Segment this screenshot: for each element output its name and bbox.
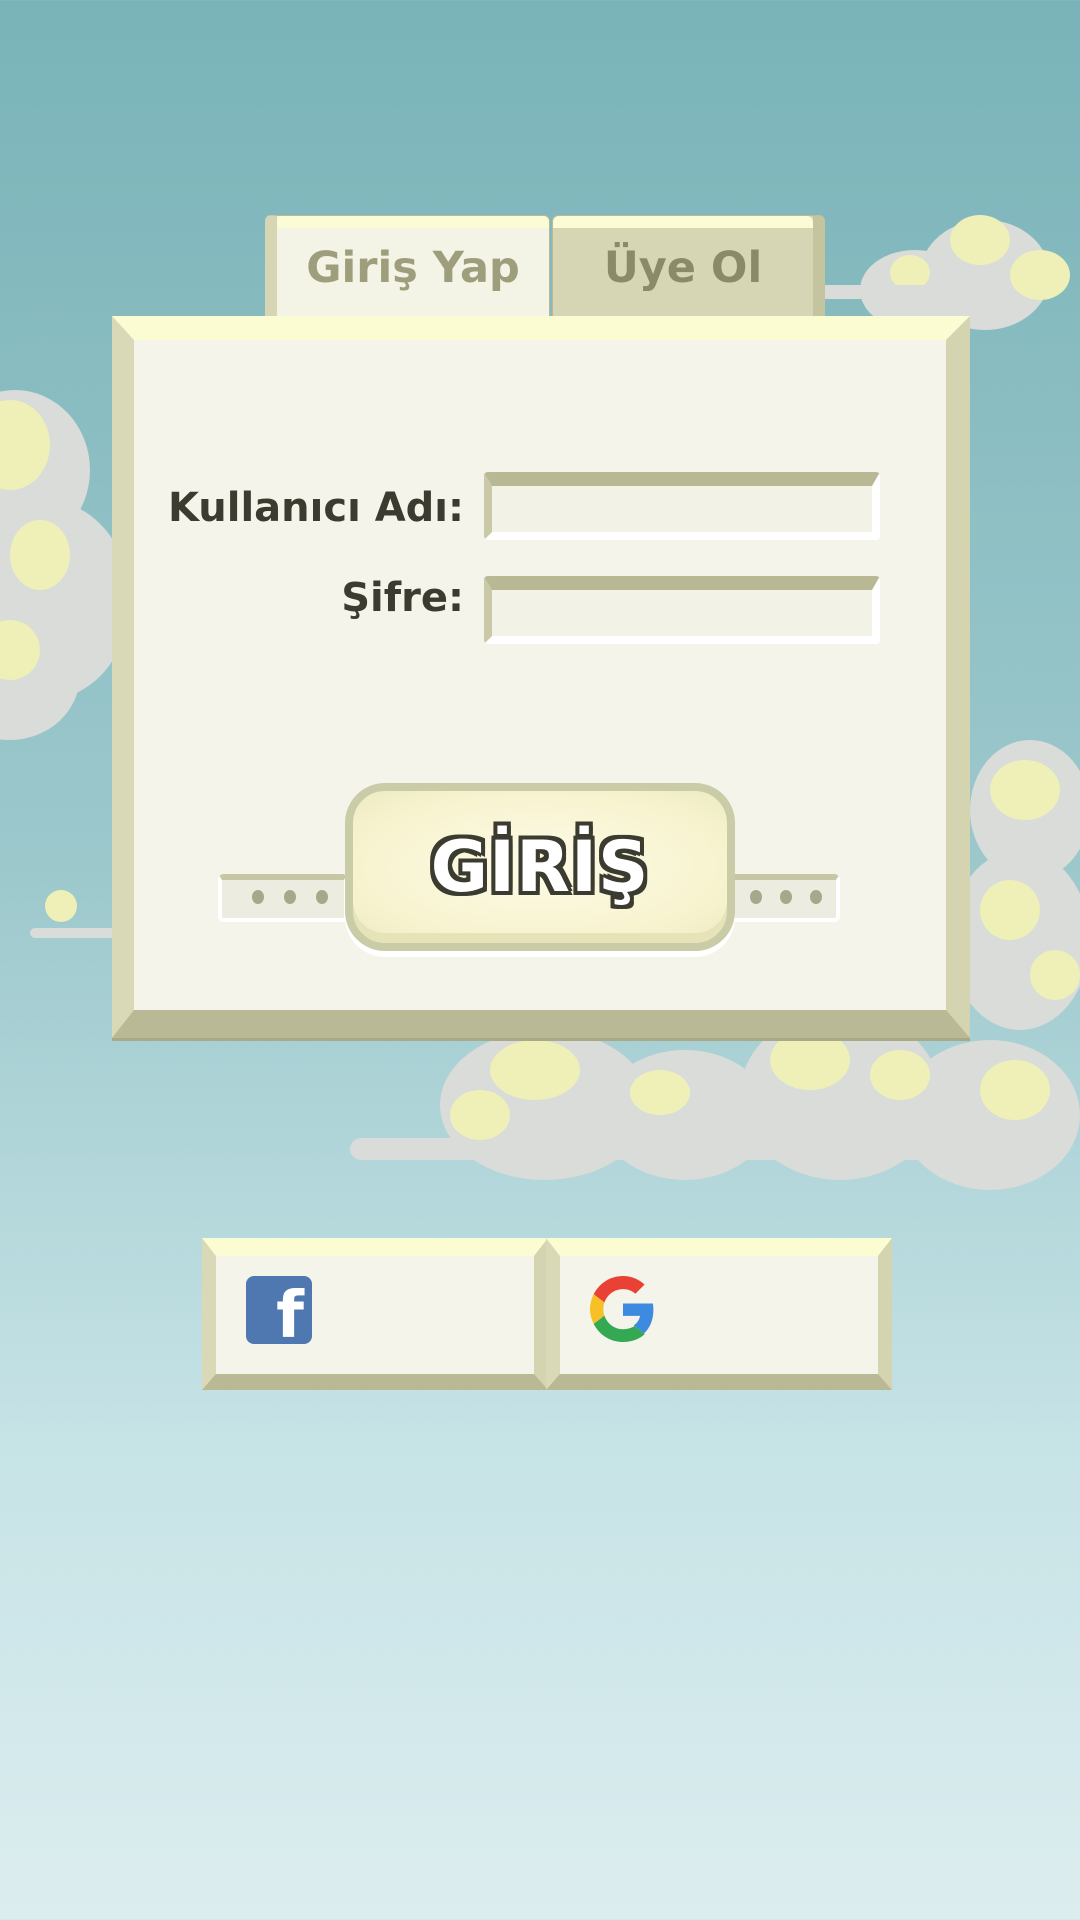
password-field[interactable] <box>484 576 880 644</box>
tab-login[interactable]: Giriş Yap <box>265 215 550 320</box>
tab-signup-label: Üye Ol <box>603 243 763 293</box>
cloud-small-left <box>30 890 120 940</box>
rail-dot <box>750 890 762 904</box>
facebook-login-button[interactable]: f <box>202 1238 548 1390</box>
rail-dot <box>252 890 264 904</box>
button-rail-right <box>730 874 840 922</box>
cloud-top-right <box>820 210 1080 330</box>
rail-dot <box>316 890 328 904</box>
login-button[interactable]: GİRİŞ <box>345 783 735 951</box>
tab-login-label: Giriş Yap <box>306 243 520 293</box>
rail-dot <box>284 890 296 904</box>
rail-dot <box>780 890 792 904</box>
google-icon <box>590 1276 654 1342</box>
login-button-label: GİRİŞ <box>430 826 650 908</box>
button-rail-left <box>218 874 348 922</box>
username-field[interactable] <box>484 472 880 540</box>
username-label: Kullanıcı Adı: <box>167 485 464 531</box>
facebook-icon: f <box>246 1276 312 1344</box>
google-login-button[interactable] <box>546 1238 892 1390</box>
facebook-glyph: f <box>276 1279 304 1344</box>
rail-dot <box>810 890 822 904</box>
password-label: Şifre: <box>341 575 464 621</box>
tab-signup[interactable]: Üye Ol <box>552 215 825 320</box>
